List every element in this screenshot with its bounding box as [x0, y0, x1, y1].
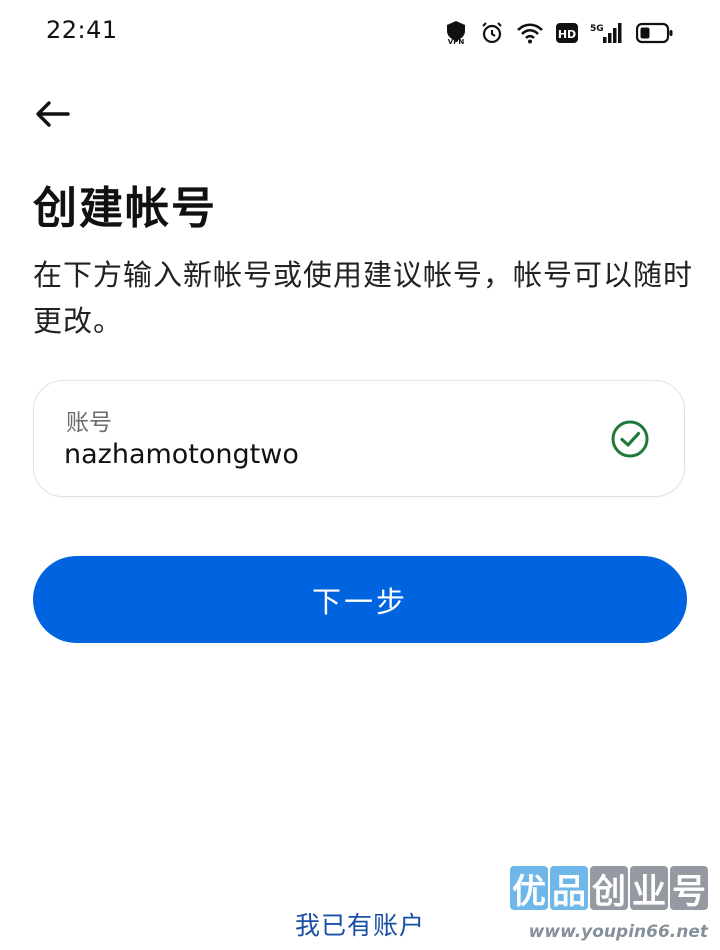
page-description: 在下方输入新帐号或使用建议帐号，帐号可以随时更改。: [33, 258, 694, 338]
watermark-char: 创: [590, 866, 628, 912]
status-time: 22:41: [46, 16, 118, 44]
status-icons: VPN HD 5G: [444, 18, 674, 48]
alarm-icon: [480, 21, 504, 45]
5g-signal-icon: 5G: [590, 21, 624, 45]
create-account-screen: 22:41 VPN HD 5G 创建帐号 在下方输入新帐号或使用建议帐号，帐号可…: [0, 0, 720, 950]
check-circle-icon: [610, 419, 650, 459]
watermark-url: www.youpin66.net: [528, 922, 708, 942]
wifi-icon: [516, 22, 544, 44]
next-button[interactable]: 下一步: [33, 556, 687, 643]
account-field-label: 账号: [66, 410, 112, 436]
watermark-char: 号: [670, 866, 708, 912]
watermark-char: 优: [510, 866, 548, 912]
watermark-char: 业: [630, 866, 668, 912]
page-title: 创建帐号: [33, 183, 217, 234]
network-label: 5G: [590, 24, 604, 34]
vpn-icon: VPN: [444, 20, 468, 46]
hd-label: HD: [558, 28, 576, 41]
arrow-left-icon: [34, 100, 70, 132]
watermark-logo: 优 品 创 业 号: [510, 866, 708, 912]
back-button[interactable]: [28, 94, 76, 138]
status-bar: 22:41 VPN HD 5G: [0, 0, 720, 64]
account-input[interactable]: [64, 439, 604, 470]
hd-icon: HD: [556, 22, 578, 44]
watermark-char: 品: [550, 866, 588, 912]
vpn-label: VPN: [448, 38, 465, 46]
battery-icon: [636, 22, 674, 44]
account-field[interactable]: 账号: [33, 380, 685, 497]
watermark: 优 品 创 业 号 www.youpin66.net: [510, 866, 712, 944]
